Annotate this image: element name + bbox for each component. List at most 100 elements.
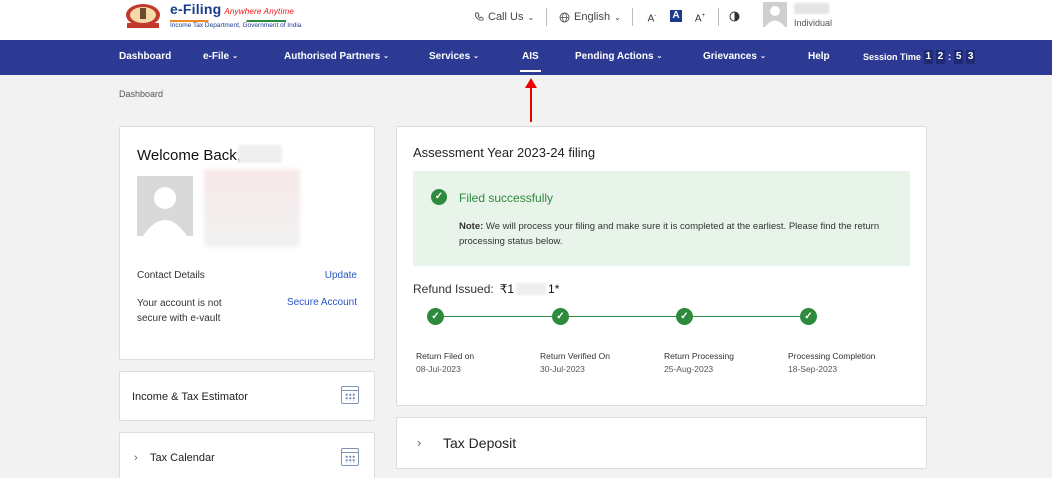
nav-efile[interactable]: e-File ⌄ (203, 51, 238, 62)
call-us-dropdown[interactable]: Call Us ⌄ (474, 10, 534, 24)
step-date: 08-Jul-2023 (416, 364, 461, 374)
contact-details-label: Contact Details (137, 270, 205, 281)
nav-help-label: Help (808, 51, 830, 62)
session-label: Session Time (863, 52, 921, 62)
step-check-icon: ✓ (552, 308, 569, 325)
efiling-logo[interactable]: e-Filing Anywhere Anytime Income Tax Depa… (170, 1, 301, 29)
welcome-card: Welcome Back, Contact Details Update You… (119, 126, 375, 360)
profile-picture (137, 176, 193, 236)
contrast-icon[interactable] (729, 11, 740, 22)
chevron-right-icon: › (134, 452, 138, 464)
session-colon: : (947, 51, 952, 63)
chevron-down-icon: ⌄ (232, 53, 238, 60)
user-silhouette-icon (143, 187, 187, 236)
logo-subtitle: Income Tax Department, Government of Ind… (170, 22, 302, 29)
phone-icon (475, 12, 484, 21)
nav-ais[interactable]: AIS (522, 51, 539, 62)
session-digit: 2 (935, 50, 945, 64)
session-timer: Session Time 1 2 : 5 3 (863, 50, 976, 64)
logo-tagline: Anywhere Anytime (224, 7, 294, 16)
divider (718, 8, 719, 26)
refund-amount-redacted (516, 283, 547, 295)
breadcrumb[interactable]: Dashboard (119, 89, 163, 99)
user-silhouette-icon (765, 6, 785, 27)
logo-title: e-Filing (170, 1, 222, 17)
font-normal-button[interactable]: A (670, 10, 682, 22)
main-navbar: Dashboard e-File ⌄ Authorised Partners ⌄ S… (0, 40, 1052, 75)
call-us-label: Call Us (488, 11, 524, 23)
nav-grievances-label: Grievances (703, 51, 757, 62)
language-dropdown[interactable]: English ⌄ (559, 10, 621, 24)
user-name-redacted (238, 145, 282, 163)
progress-timeline (435, 316, 809, 317)
session-digit: 1 (923, 50, 933, 64)
divider (632, 8, 633, 26)
note-label: Note: (459, 221, 484, 232)
chevron-down-icon: ⌄ (656, 53, 663, 60)
step-label: Return Filed on (416, 351, 475, 361)
divider (546, 8, 547, 26)
step-date: 30-Jul-2023 (540, 364, 585, 374)
check-circle-icon: ✓ (431, 189, 447, 205)
nav-authorised-partners[interactable]: Authorised Partners ⌄ (284, 51, 389, 62)
font-decrease-button[interactable]: A- (646, 10, 658, 24)
filing-status-title: Filed successfully (459, 191, 554, 205)
nav-pending-actions[interactable]: Pending Actions ⌄ (575, 51, 662, 62)
refund-amount: ₹1 1* (500, 282, 560, 296)
chevron-down-icon: ⌄ (527, 12, 535, 22)
calendar-icon (341, 448, 359, 466)
chevron-down-icon: ⌄ (473, 53, 480, 60)
chevron-right-icon: › (417, 435, 422, 450)
nav-grievances[interactable]: Grievances ⌄ (703, 51, 766, 62)
secure-account-link[interactable]: Secure Account (287, 297, 357, 308)
step-date: 18-Sep-2023 (788, 364, 838, 374)
step-check-icon: ✓ (427, 308, 444, 325)
calculator-icon (341, 386, 359, 404)
tax-calendar-card[interactable]: › Tax Calendar (119, 432, 375, 478)
tax-deposit-title: Tax Deposit (443, 435, 517, 451)
user-avatar[interactable] (763, 2, 787, 27)
nav-services-label: Services (429, 51, 471, 62)
step-label: Return Verified On (540, 351, 610, 361)
refund-amount-prefix: ₹1 (499, 282, 515, 296)
step-check-icon: ✓ (676, 308, 693, 325)
update-link[interactable]: Update (325, 270, 357, 281)
refund-amount-suffix: 1* (548, 282, 560, 296)
filing-status-box: ✓ Filed successfully Note: We will proce… (413, 171, 910, 266)
session-digit: 5 (954, 50, 964, 64)
user-name-redacted (794, 3, 829, 14)
nav-ais-label: AIS (522, 51, 539, 62)
chevron-down-icon: ⌄ (759, 53, 766, 60)
tax-calendar-title: Tax Calendar (150, 452, 215, 464)
step-label: Return Processing (664, 351, 734, 361)
chevron-down-icon: ⌄ (383, 53, 390, 60)
filing-note: Note: We will process your filing and ma… (459, 219, 889, 249)
income-tax-estimator-title: Income & Tax Estimator (132, 391, 248, 403)
income-tax-estimator-card[interactable]: Income & Tax Estimator (119, 371, 375, 421)
nav-help[interactable]: Help (808, 51, 830, 62)
nav-dashboard[interactable]: Dashboard (119, 51, 171, 62)
font-increase-label: A (694, 13, 702, 25)
font-increase-button[interactable]: A+ (694, 10, 706, 25)
user-role: Individual (794, 18, 833, 28)
annotation-arrow-line (530, 86, 532, 122)
step-label: Processing Completion (788, 351, 876, 361)
step-check-icon: ✓ (800, 308, 817, 325)
nav-services[interactable]: Services ⌄ (429, 51, 479, 62)
nav-authorised-partners-label: Authorised Partners (284, 51, 381, 62)
account-security-text: Your account is not secure with e-vault (137, 298, 222, 324)
assessment-year-card: Assessment Year 2023-24 filing ✓ Filed s… (396, 126, 927, 406)
top-header: e-Filing Anywhere Anytime Income Tax Depa… (0, 0, 1052, 40)
emblem-logo-icon (126, 4, 160, 28)
globe-icon (559, 12, 570, 22)
nav-pending-actions-label: Pending Actions (575, 51, 654, 62)
logo-tricolor-line (170, 20, 286, 22)
chevron-down-icon: ⌄ (614, 12, 621, 22)
font-normal-label: A (672, 10, 680, 21)
language-label: English (574, 11, 611, 23)
tax-deposit-card[interactable]: › Tax Deposit (396, 417, 927, 469)
note-text: We will process your filing and make sur… (459, 221, 880, 247)
step-date: 25-Aug-2023 (664, 364, 714, 374)
profile-details-redacted (204, 169, 300, 247)
welcome-title: Welcome Back, (137, 147, 241, 164)
